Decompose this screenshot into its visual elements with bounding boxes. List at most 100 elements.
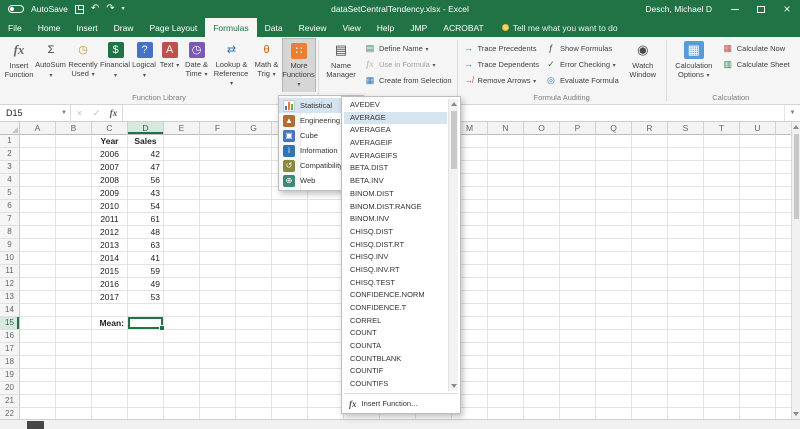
cell-i15[interactable] [308, 317, 344, 330]
cell-p4[interactable] [560, 174, 596, 187]
cell-p8[interactable] [560, 226, 596, 239]
function-item-beta-inv[interactable]: BETA.INV [344, 175, 447, 188]
cell-d9[interactable]: 63 [128, 239, 164, 252]
cell-n12[interactable] [488, 278, 524, 291]
cell-h8[interactable] [272, 226, 308, 239]
calculation-options-button[interactable]: ▦Calculation Options ▾ [669, 38, 719, 92]
cell-a1[interactable] [20, 135, 56, 148]
row-header-3[interactable]: 3 [0, 161, 20, 174]
cell-d15[interactable] [128, 317, 164, 330]
cell-q21[interactable] [596, 395, 632, 408]
cell-t7[interactable] [704, 213, 740, 226]
cell-d20[interactable] [128, 382, 164, 395]
cell-i14[interactable] [308, 304, 344, 317]
logical-button[interactable]: ?Logical ▾ [131, 38, 158, 92]
cell-c9[interactable]: 2013 [92, 239, 128, 252]
cell-o21[interactable] [524, 395, 560, 408]
function-item-averageifs[interactable]: AVERAGEIFS [344, 150, 447, 163]
column-header-e[interactable]: E [164, 122, 200, 135]
cell-b22[interactable] [56, 408, 92, 419]
cell-r2[interactable] [632, 148, 668, 161]
cell-e19[interactable] [164, 369, 200, 382]
cell-f14[interactable] [200, 304, 236, 317]
cell-f4[interactable] [200, 174, 236, 187]
cell-c1[interactable]: Year [92, 135, 128, 148]
cell-p2[interactable] [560, 148, 596, 161]
cell-o8[interactable] [524, 226, 560, 239]
function-item-avedev[interactable]: AVEDEV [344, 99, 447, 112]
calculate-sheet-button[interactable]: ▥Calculate Sheet [722, 58, 790, 70]
math-trig-button[interactable]: θMath & Trig ▾ [251, 38, 282, 92]
cell-d17[interactable] [128, 343, 164, 356]
tell-me-box[interactable]: Tell me what you want to do [502, 18, 618, 37]
cell-s19[interactable] [668, 369, 704, 382]
cell-c3[interactable]: 2007 [92, 161, 128, 174]
function-item-average[interactable]: AVERAGE [344, 112, 447, 125]
submenu-scroll-up-icon[interactable] [449, 99, 458, 109]
submenu-scrollbar[interactable] [448, 99, 458, 391]
cell-r5[interactable] [632, 187, 668, 200]
cell-a5[interactable] [20, 187, 56, 200]
cell-h17[interactable] [272, 343, 308, 356]
cell-p14[interactable] [560, 304, 596, 317]
cell-p3[interactable] [560, 161, 596, 174]
cell-e20[interactable] [164, 382, 200, 395]
cell-h19[interactable] [272, 369, 308, 382]
cell-b5[interactable] [56, 187, 92, 200]
cell-q7[interactable] [596, 213, 632, 226]
cell-i20[interactable] [308, 382, 344, 395]
cell-n17[interactable] [488, 343, 524, 356]
cell-s14[interactable] [668, 304, 704, 317]
cell-r4[interactable] [632, 174, 668, 187]
autosave-toggle[interactable] [8, 5, 24, 13]
cell-u2[interactable] [740, 148, 776, 161]
cell-q22[interactable] [596, 408, 632, 419]
cell-e8[interactable] [164, 226, 200, 239]
cell-i13[interactable] [308, 291, 344, 304]
cell-o9[interactable] [524, 239, 560, 252]
cell-o3[interactable] [524, 161, 560, 174]
cell-d10[interactable]: 41 [128, 252, 164, 265]
insert-function-icon[interactable]: fx [105, 105, 122, 121]
cell-g22[interactable] [236, 408, 272, 419]
cell-b6[interactable] [56, 200, 92, 213]
cell-f15[interactable] [200, 317, 236, 330]
cell-b11[interactable] [56, 265, 92, 278]
cell-g21[interactable] [236, 395, 272, 408]
cell-e15[interactable] [164, 317, 200, 330]
column-header-r[interactable]: R [632, 122, 668, 135]
cell-p19[interactable] [560, 369, 596, 382]
tab-review[interactable]: Review [291, 18, 335, 37]
cell-n7[interactable] [488, 213, 524, 226]
lookup-reference-button[interactable]: ⇄Lookup & Reference ▾ [212, 38, 251, 92]
cell-g11[interactable] [236, 265, 272, 278]
cell-e7[interactable] [164, 213, 200, 226]
cell-e22[interactable] [164, 408, 200, 419]
cell-t3[interactable] [704, 161, 740, 174]
cell-b8[interactable] [56, 226, 92, 239]
evaluate-formula-button[interactable]: ◎Evaluate Formula [545, 74, 619, 86]
sheet-tab-partial[interactable] [27, 421, 44, 429]
function-item-confidence-norm[interactable]: CONFIDENCE.NORM [344, 289, 447, 302]
cell-p18[interactable] [560, 356, 596, 369]
cell-t1[interactable] [704, 135, 740, 148]
cell-a8[interactable] [20, 226, 56, 239]
cell-c14[interactable] [92, 304, 128, 317]
function-item-averageif[interactable]: AVERAGEIF [344, 137, 447, 150]
cell-o7[interactable] [524, 213, 560, 226]
cell-f12[interactable] [200, 278, 236, 291]
cell-q3[interactable] [596, 161, 632, 174]
cell-u16[interactable] [740, 330, 776, 343]
cell-f7[interactable] [200, 213, 236, 226]
cell-t5[interactable] [704, 187, 740, 200]
column-header-n[interactable]: N [488, 122, 524, 135]
cell-i18[interactable] [308, 356, 344, 369]
cell-e18[interactable] [164, 356, 200, 369]
cell-u15[interactable] [740, 317, 776, 330]
cell-f19[interactable] [200, 369, 236, 382]
cell-a22[interactable] [20, 408, 56, 419]
cell-d22[interactable] [128, 408, 164, 419]
cell-p6[interactable] [560, 200, 596, 213]
cell-a19[interactable] [20, 369, 56, 382]
cell-q13[interactable] [596, 291, 632, 304]
